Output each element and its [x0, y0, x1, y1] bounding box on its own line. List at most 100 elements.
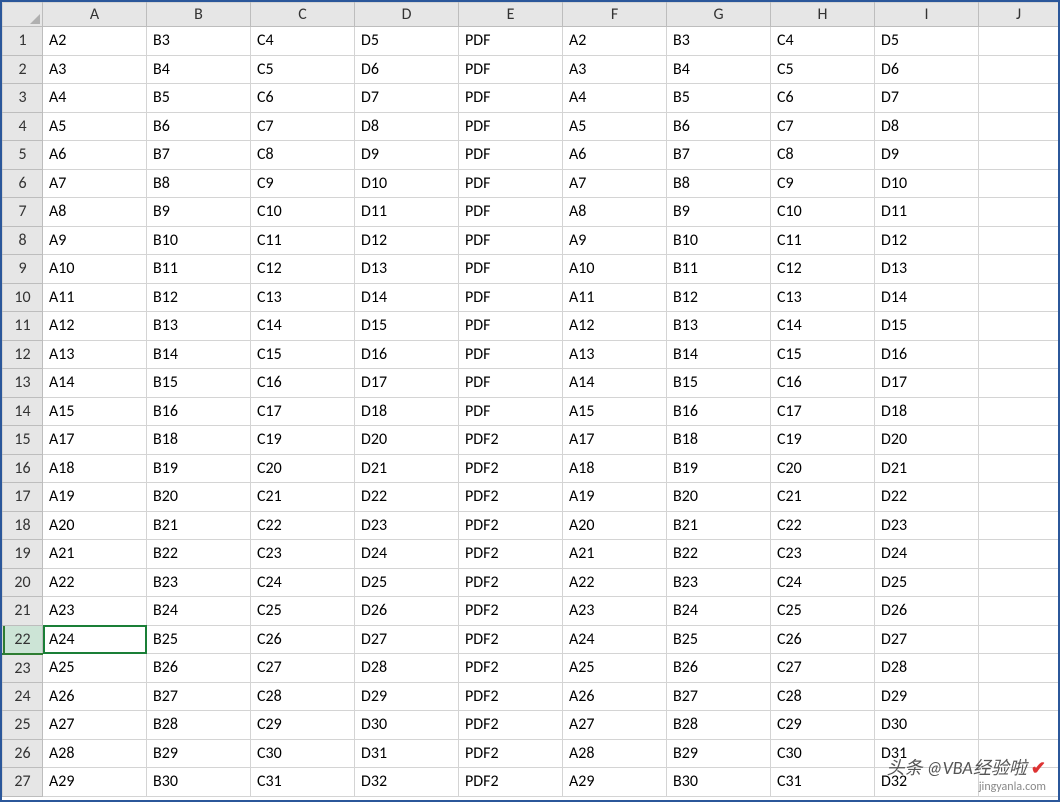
cell[interactable]: B5 — [147, 84, 251, 113]
cell[interactable]: C9 — [771, 169, 875, 198]
cell[interactable]: B15 — [147, 369, 251, 398]
cell[interactable]: A2 — [563, 27, 667, 56]
cell[interactable]: C7 — [251, 112, 355, 141]
row-header[interactable]: 23 — [3, 654, 43, 683]
cell[interactable]: C26 — [251, 625, 355, 654]
cell[interactable]: C21 — [251, 483, 355, 512]
row-header[interactable]: 16 — [3, 454, 43, 483]
row-header[interactable]: 4 — [3, 112, 43, 141]
cell[interactable]: D13 — [355, 255, 459, 284]
cell[interactable]: D31 — [355, 739, 459, 768]
row-header[interactable]: 3 — [3, 84, 43, 113]
cell[interactable]: A6 — [563, 141, 667, 170]
col-header-F[interactable]: F — [563, 3, 667, 27]
cell[interactable]: B8 — [147, 169, 251, 198]
cell[interactable]: PDF — [459, 141, 563, 170]
cell[interactable]: C17 — [251, 397, 355, 426]
cell[interactable]: A23 — [43, 597, 147, 626]
cell[interactable] — [979, 483, 1059, 512]
cell[interactable]: A11 — [43, 283, 147, 312]
cell[interactable] — [979, 682, 1059, 711]
row-header[interactable]: 19 — [3, 540, 43, 569]
cell[interactable]: C21 — [771, 483, 875, 512]
cell[interactable]: D12 — [355, 226, 459, 255]
cell[interactable]: PDF — [459, 226, 563, 255]
cell[interactable]: B23 — [667, 568, 771, 597]
cell[interactable]: PDF — [459, 169, 563, 198]
cell[interactable]: B21 — [147, 511, 251, 540]
cell[interactable] — [979, 369, 1059, 398]
cell[interactable]: A19 — [563, 483, 667, 512]
cell[interactable]: PDF — [459, 27, 563, 56]
cell[interactable] — [979, 768, 1059, 797]
cell[interactable]: A25 — [563, 654, 667, 683]
cell[interactable]: C12 — [771, 255, 875, 284]
row-header[interactable]: 14 — [3, 397, 43, 426]
cell[interactable]: D20 — [875, 426, 979, 455]
cell[interactable]: A15 — [43, 397, 147, 426]
row-header[interactable]: 2 — [3, 55, 43, 84]
cell[interactable]: B11 — [667, 255, 771, 284]
cell[interactable]: A24 — [43, 625, 147, 654]
cell[interactable] — [979, 654, 1059, 683]
cell[interactable]: A9 — [563, 226, 667, 255]
cell[interactable]: D29 — [875, 682, 979, 711]
cell[interactable]: D20 — [355, 426, 459, 455]
cell[interactable] — [979, 312, 1059, 341]
col-header-J[interactable]: J — [979, 3, 1059, 27]
cell[interactable]: A22 — [563, 568, 667, 597]
cell[interactable]: C24 — [771, 568, 875, 597]
cell[interactable]: D6 — [355, 55, 459, 84]
cell[interactable] — [979, 568, 1059, 597]
cell[interactable]: A5 — [563, 112, 667, 141]
cell[interactable] — [979, 198, 1059, 227]
cell[interactable] — [979, 511, 1059, 540]
cell[interactable]: D28 — [875, 654, 979, 683]
cell[interactable]: C29 — [251, 711, 355, 740]
cell[interactable]: PDF2 — [459, 739, 563, 768]
cell[interactable]: A8 — [43, 198, 147, 227]
cell[interactable]: B5 — [667, 84, 771, 113]
cell[interactable]: B16 — [147, 397, 251, 426]
cell[interactable]: B4 — [667, 55, 771, 84]
cell[interactable]: D27 — [355, 625, 459, 654]
cell[interactable]: C30 — [251, 739, 355, 768]
row-header[interactable]: 17 — [3, 483, 43, 512]
cell[interactable]: PDF2 — [459, 711, 563, 740]
cell[interactable]: B20 — [147, 483, 251, 512]
cell[interactable]: A21 — [43, 540, 147, 569]
cell[interactable]: PDF2 — [459, 768, 563, 797]
cell[interactable]: D21 — [355, 454, 459, 483]
cell[interactable]: D30 — [875, 711, 979, 740]
row-header[interactable]: 6 — [3, 169, 43, 198]
cell[interactable]: A3 — [563, 55, 667, 84]
cell[interactable]: D8 — [355, 112, 459, 141]
cell[interactable]: D6 — [875, 55, 979, 84]
cell[interactable]: PDF — [459, 283, 563, 312]
cell[interactable]: C14 — [251, 312, 355, 341]
cell[interactable]: A13 — [563, 340, 667, 369]
cell[interactable]: C23 — [771, 540, 875, 569]
cell[interactable]: C20 — [251, 454, 355, 483]
cell[interactable]: B26 — [667, 654, 771, 683]
cell[interactable]: B10 — [667, 226, 771, 255]
cell[interactable]: B13 — [147, 312, 251, 341]
cell[interactable]: D9 — [875, 141, 979, 170]
cell[interactable] — [979, 112, 1059, 141]
col-header-I[interactable]: I — [875, 3, 979, 27]
cell[interactable]: PDF2 — [459, 454, 563, 483]
cell[interactable]: B29 — [147, 739, 251, 768]
col-header-D[interactable]: D — [355, 3, 459, 27]
row-header[interactable]: 26 — [3, 739, 43, 768]
cell[interactable] — [979, 27, 1059, 56]
cell[interactable]: B30 — [147, 768, 251, 797]
cell[interactable]: D25 — [875, 568, 979, 597]
cell[interactable]: B19 — [667, 454, 771, 483]
cell[interactable]: D18 — [355, 397, 459, 426]
cell[interactable]: D14 — [875, 283, 979, 312]
col-header-A[interactable]: A — [43, 3, 147, 27]
cell[interactable]: C6 — [251, 84, 355, 113]
cell[interactable]: B28 — [147, 711, 251, 740]
cell[interactable]: B25 — [667, 625, 771, 654]
cell[interactable]: B10 — [147, 226, 251, 255]
